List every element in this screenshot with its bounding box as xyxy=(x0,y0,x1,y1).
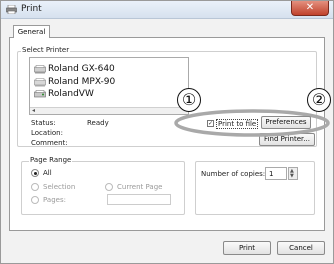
print-button[interactable]: Print xyxy=(223,241,271,255)
horizontal-scrollbar[interactable]: ◂ xyxy=(30,107,188,114)
print-to-file-label[interactable]: Print to file xyxy=(216,119,259,129)
pages-radio-label[interactable]: Pages: xyxy=(43,196,66,204)
printer-item-rolandvw[interactable]: RolandVW xyxy=(34,89,94,99)
print-dialog: Print ✕ General Select Printer Roland GX… xyxy=(0,0,334,264)
pages-radio[interactable] xyxy=(31,196,39,204)
window-title: Print xyxy=(21,4,42,14)
printer-item-roland-mpx-90[interactable]: Roland MPX-90 xyxy=(34,77,115,87)
status-value: Ready xyxy=(87,119,109,127)
printer-icon xyxy=(34,89,46,97)
select-printer-label: Select Printer xyxy=(21,46,71,54)
print-to-file-checkbox[interactable]: ✓ xyxy=(207,120,214,127)
printer-name: Roland MPX-90 xyxy=(48,77,116,87)
preferences-button[interactable]: Preferences xyxy=(261,116,311,129)
selection-radio[interactable] xyxy=(31,183,39,191)
spin-down-icon[interactable]: ▼ xyxy=(290,174,294,179)
printer-icon xyxy=(34,77,46,86)
status-label: Status: xyxy=(31,119,56,127)
copies-value: 1 xyxy=(269,170,274,178)
copies-label: Number of copies: xyxy=(201,170,266,178)
copies-input[interactable]: 1 xyxy=(265,167,287,180)
page-range-label: Page Range xyxy=(29,156,73,164)
callout-marker-2: ② xyxy=(307,88,331,112)
comment-label: Comment: xyxy=(31,139,68,147)
callout-marker-1: ① xyxy=(177,88,201,112)
current-page-radio-label[interactable]: Current Page xyxy=(117,183,162,191)
all-radio[interactable] xyxy=(31,169,39,177)
pages-input[interactable] xyxy=(107,194,171,205)
printer-icon xyxy=(6,5,17,14)
printer-name: Roland GX-640 xyxy=(48,64,115,74)
scroll-left-icon[interactable]: ◂ xyxy=(32,108,35,114)
copies-spinner[interactable]: ▲ ▼ xyxy=(288,167,298,180)
tab-general[interactable]: General xyxy=(13,25,50,38)
cancel-button[interactable]: Cancel xyxy=(277,241,325,255)
printer-item-roland-gx-640[interactable]: Roland GX-640 xyxy=(34,64,115,74)
close-button[interactable]: ✕ xyxy=(291,1,329,16)
current-page-radio[interactable] xyxy=(105,183,113,191)
all-radio-label[interactable]: All xyxy=(43,169,52,177)
printer-name: RolandVW xyxy=(48,89,94,99)
printer-icon xyxy=(34,64,46,73)
title-bar: Print ✕ xyxy=(1,1,333,19)
printer-list[interactable]: Roland GX-640 Roland MPX-90 RolandVW ◂ xyxy=(29,57,189,115)
location-label: Location: xyxy=(31,129,63,137)
selection-radio-label[interactable]: Selection xyxy=(43,183,75,191)
